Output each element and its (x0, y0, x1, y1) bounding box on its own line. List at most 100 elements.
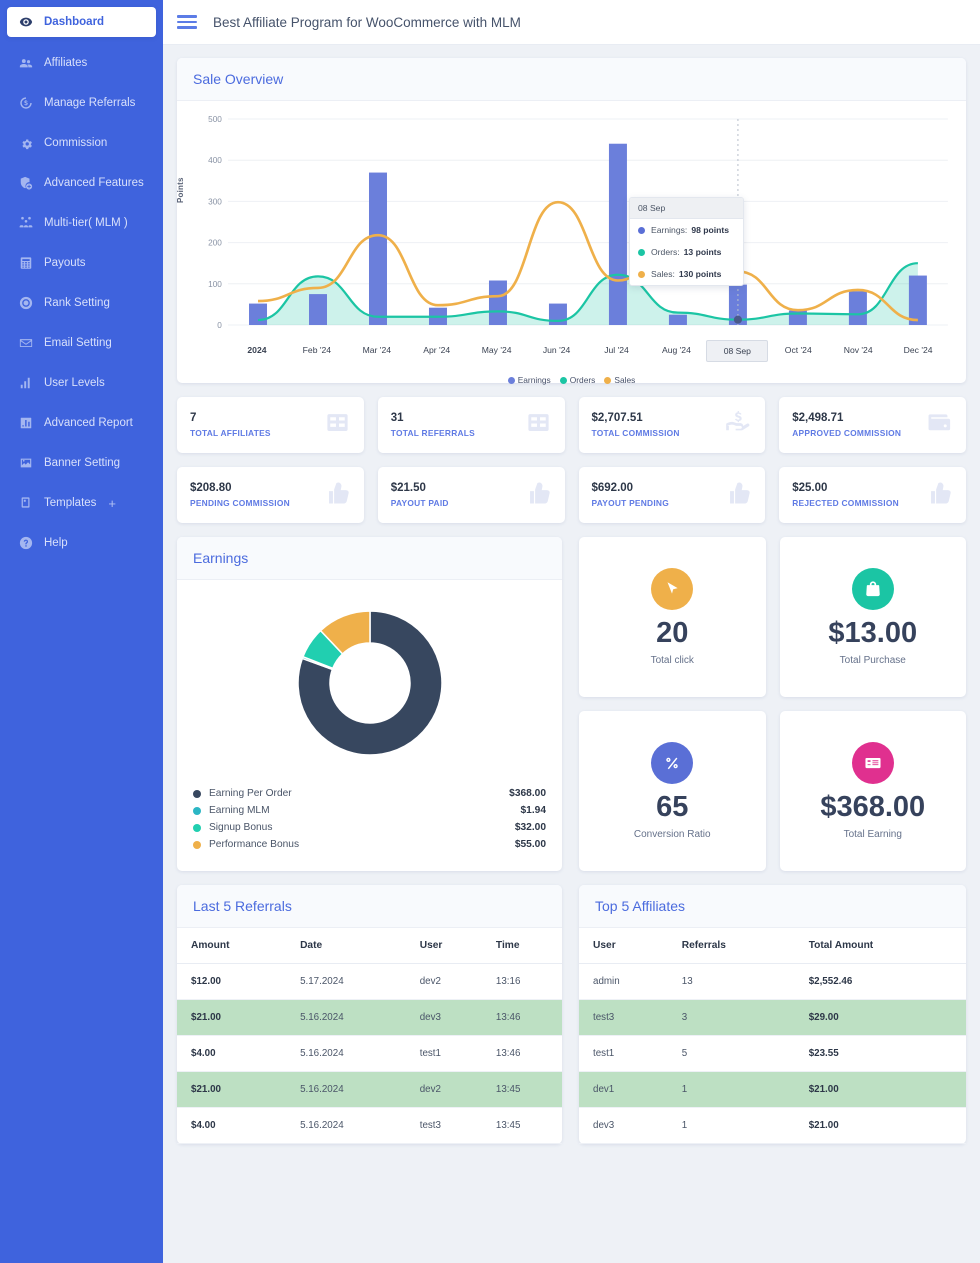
hamburger-icon[interactable] (177, 12, 197, 32)
sidebar-item-email-setting[interactable]: Email Setting (0, 329, 163, 357)
tooltip-series-label: Orders: (651, 247, 680, 257)
expand-icon[interactable]: + (108, 496, 116, 511)
stat-card[interactable]: $208.80 PENDING COMMISSION (177, 467, 364, 523)
sidebar-item-label: Multi-tier( MLM ) (44, 217, 128, 229)
table-row[interactable]: $21.00 5.16.2024 dev3 13:46 (177, 999, 562, 1036)
stat-card[interactable]: 7 TOTAL AFFILIATES (177, 397, 364, 453)
sidebar-item-templates[interactable]: Templates + (0, 489, 163, 517)
x-axis: 2024 Feb '24 Mar '24 Apr '24 May '24 Jun '24 J… (191, 340, 952, 367)
stat-card[interactable]: $692.00 PAYOUT PENDING (578, 467, 766, 523)
hand-dollar-icon (725, 409, 752, 441)
chart-legend[interactable]: Earnings Orders Sales (191, 375, 952, 385)
legend-color-dot (604, 376, 612, 384)
stat-text: $25.00 REJECTED COMMISSION (792, 482, 899, 508)
earnings-card: Earnings Earning Per Order $368.00 Earning… (177, 537, 562, 871)
earnings-metrics-row: Earnings Earning Per Order $368.00 Earning… (177, 537, 966, 871)
table-cell: 5.16.2024 (286, 1035, 406, 1072)
table-row[interactable]: $4.00 5.16.2024 test1 13:46 (177, 1035, 562, 1072)
table-row[interactable]: test1 5 $23.55 (579, 1035, 966, 1072)
table-cell: dev2 (405, 963, 482, 1000)
stat-text: $692.00 PAYOUT PENDING (592, 482, 670, 508)
legend-item-sales[interactable]: Sales (604, 375, 635, 385)
sidebar-item-dashboard[interactable]: Dashboard (7, 7, 156, 37)
sidebar-item-rank-setting[interactable]: Rank Setting (0, 289, 163, 317)
sidebar-item-affiliates[interactable]: Affiliates (0, 49, 163, 77)
stat-card[interactable]: $2,707.51 TOTAL COMMISSION (578, 397, 766, 453)
legend-label: Earnings (517, 375, 551, 385)
percent-icon (651, 742, 694, 785)
sidebar-item-manage-referrals[interactable]: Manage Referrals (0, 89, 163, 117)
series-color-dot (638, 270, 645, 278)
table-row[interactable]: test3 3 $29.00 (579, 999, 966, 1036)
sidebar-item-payouts[interactable]: Payouts (0, 249, 163, 277)
sidebar-item-advanced-features[interactable]: Advanced Features (0, 169, 163, 197)
sidebar-item-label: Advanced Report (44, 417, 133, 429)
stat-card[interactable]: $21.50 PAYOUT PAID (377, 467, 565, 523)
table-row[interactable]: dev3 1 $21.00 (579, 1107, 966, 1144)
stat-label: TOTAL COMMISSION (591, 428, 680, 438)
x-axis-tick: Dec '24 (903, 345, 933, 355)
metric-card[interactable]: $13.00 Total Purchase (779, 537, 966, 697)
sale-overview-title: Sale Overview (193, 71, 284, 87)
top-affiliates-header: Top 5 Affiliates (579, 885, 966, 928)
stat-card[interactable]: $2,498.71 APPROVED COMMISSION (779, 397, 966, 453)
bar (908, 275, 927, 325)
table-cell: $12.00 (177, 963, 287, 1000)
stat-text: $2,707.51 TOTAL COMMISSION (592, 412, 680, 438)
table-cell: 13:46 (481, 999, 562, 1036)
metric-card[interactable]: 65 Conversion Ratio (579, 711, 766, 871)
sidebar-item-user-levels[interactable]: User Levels (0, 369, 163, 397)
thumbs-up-icon (926, 479, 953, 511)
sidebar-item-label: Email Setting (44, 337, 112, 349)
legend-item-orders[interactable]: Orders (559, 375, 595, 385)
sale-overview-card: Sale Overview Points 0 100 200 300 400 500 20… (176, 58, 966, 385)
column-header: Referrals (667, 928, 795, 964)
calculator-icon (18, 255, 34, 271)
chart-tooltip: 08 Sep Earnings: 98 points Orders: 13 point… (629, 197, 744, 286)
stat-text: $21.50 PAYOUT PAID (391, 482, 449, 508)
table-row[interactable]: $4.00 5.16.2024 test3 13:45 (177, 1107, 562, 1144)
sidebar-item-advanced-report[interactable]: Advanced Report (0, 409, 163, 437)
table-cell: 5.16.2024 (286, 1071, 406, 1108)
metric-cards: 20 Total click $13.00 Total Purchase 65 Conve… (579, 537, 966, 871)
stat-card[interactable]: $25.00 REJECTED COMMISSION (779, 467, 966, 523)
sidebar-item-banner-setting[interactable]: Banner Setting (0, 449, 163, 477)
table-cell: 3 (667, 999, 795, 1036)
table-row[interactable]: admin 13 $2,552.46 (579, 963, 966, 1000)
earnings-legend-row: Performance Bonus $55.00 (193, 836, 546, 853)
table-cell: $2,552.46 (794, 963, 966, 1000)
metric-card[interactable]: 20 Total click (579, 537, 766, 697)
svg-text:200: 200 (208, 239, 222, 248)
stat-text: $2,498.71 APPROVED COMMISSION (792, 412, 901, 438)
tooltip-row: Earnings: 98 points (630, 219, 743, 241)
table-cell: $29.00 (794, 999, 966, 1036)
table-row[interactable]: $12.00 5.17.2024 dev2 13:16 (177, 963, 562, 1000)
table-cell: dev3 (405, 999, 482, 1036)
legend-color-dot (193, 840, 201, 849)
legend-item-earnings[interactable]: Earnings (507, 375, 551, 385)
sidebar-item-multi-tier-mlm[interactable]: Multi-tier( MLM ) (0, 209, 163, 237)
sidebar: Dashboard Affiliates Manage Referrals Commi… (0, 0, 163, 1263)
content-scroll: Sale Overview Points 0 100 200 300 400 500 20… (163, 45, 980, 1162)
table-row[interactable]: $21.00 5.16.2024 dev2 13:45 (177, 1071, 562, 1108)
sidebar-item-label: User Levels (44, 377, 105, 389)
sale-overview-header: Sale Overview (177, 58, 966, 101)
users-icon (18, 55, 34, 71)
tooltip-series-label: Sales: (651, 269, 675, 279)
x-axis-tick: 08 Sep (706, 340, 769, 362)
earnings-header: Earnings (177, 537, 562, 580)
tooltip-series-value: 98 points (691, 225, 730, 235)
sidebar-item-label: Advanced Features (44, 177, 144, 189)
earnings-legend-value: $368.00 (509, 788, 546, 799)
table-cell: $21.00 (177, 1071, 287, 1108)
metric-card[interactable]: $368.00 Total Earning (779, 711, 966, 871)
sidebar-item-help[interactable]: Help (0, 529, 163, 557)
stat-card[interactable]: 31 TOTAL REFERRALS (377, 397, 565, 453)
stat-value: $2,498.71 (792, 412, 844, 424)
sidebar-item-commission[interactable]: Commission (0, 129, 163, 157)
table-row[interactable]: dev1 1 $21.00 (579, 1071, 966, 1108)
top-affiliates-card: Top 5 Affiliates User Referrals Total Amou… (579, 885, 966, 1144)
column-header: Total Amount (794, 928, 966, 964)
table-cell: 13:45 (481, 1071, 562, 1108)
cursor-icon (651, 568, 694, 611)
